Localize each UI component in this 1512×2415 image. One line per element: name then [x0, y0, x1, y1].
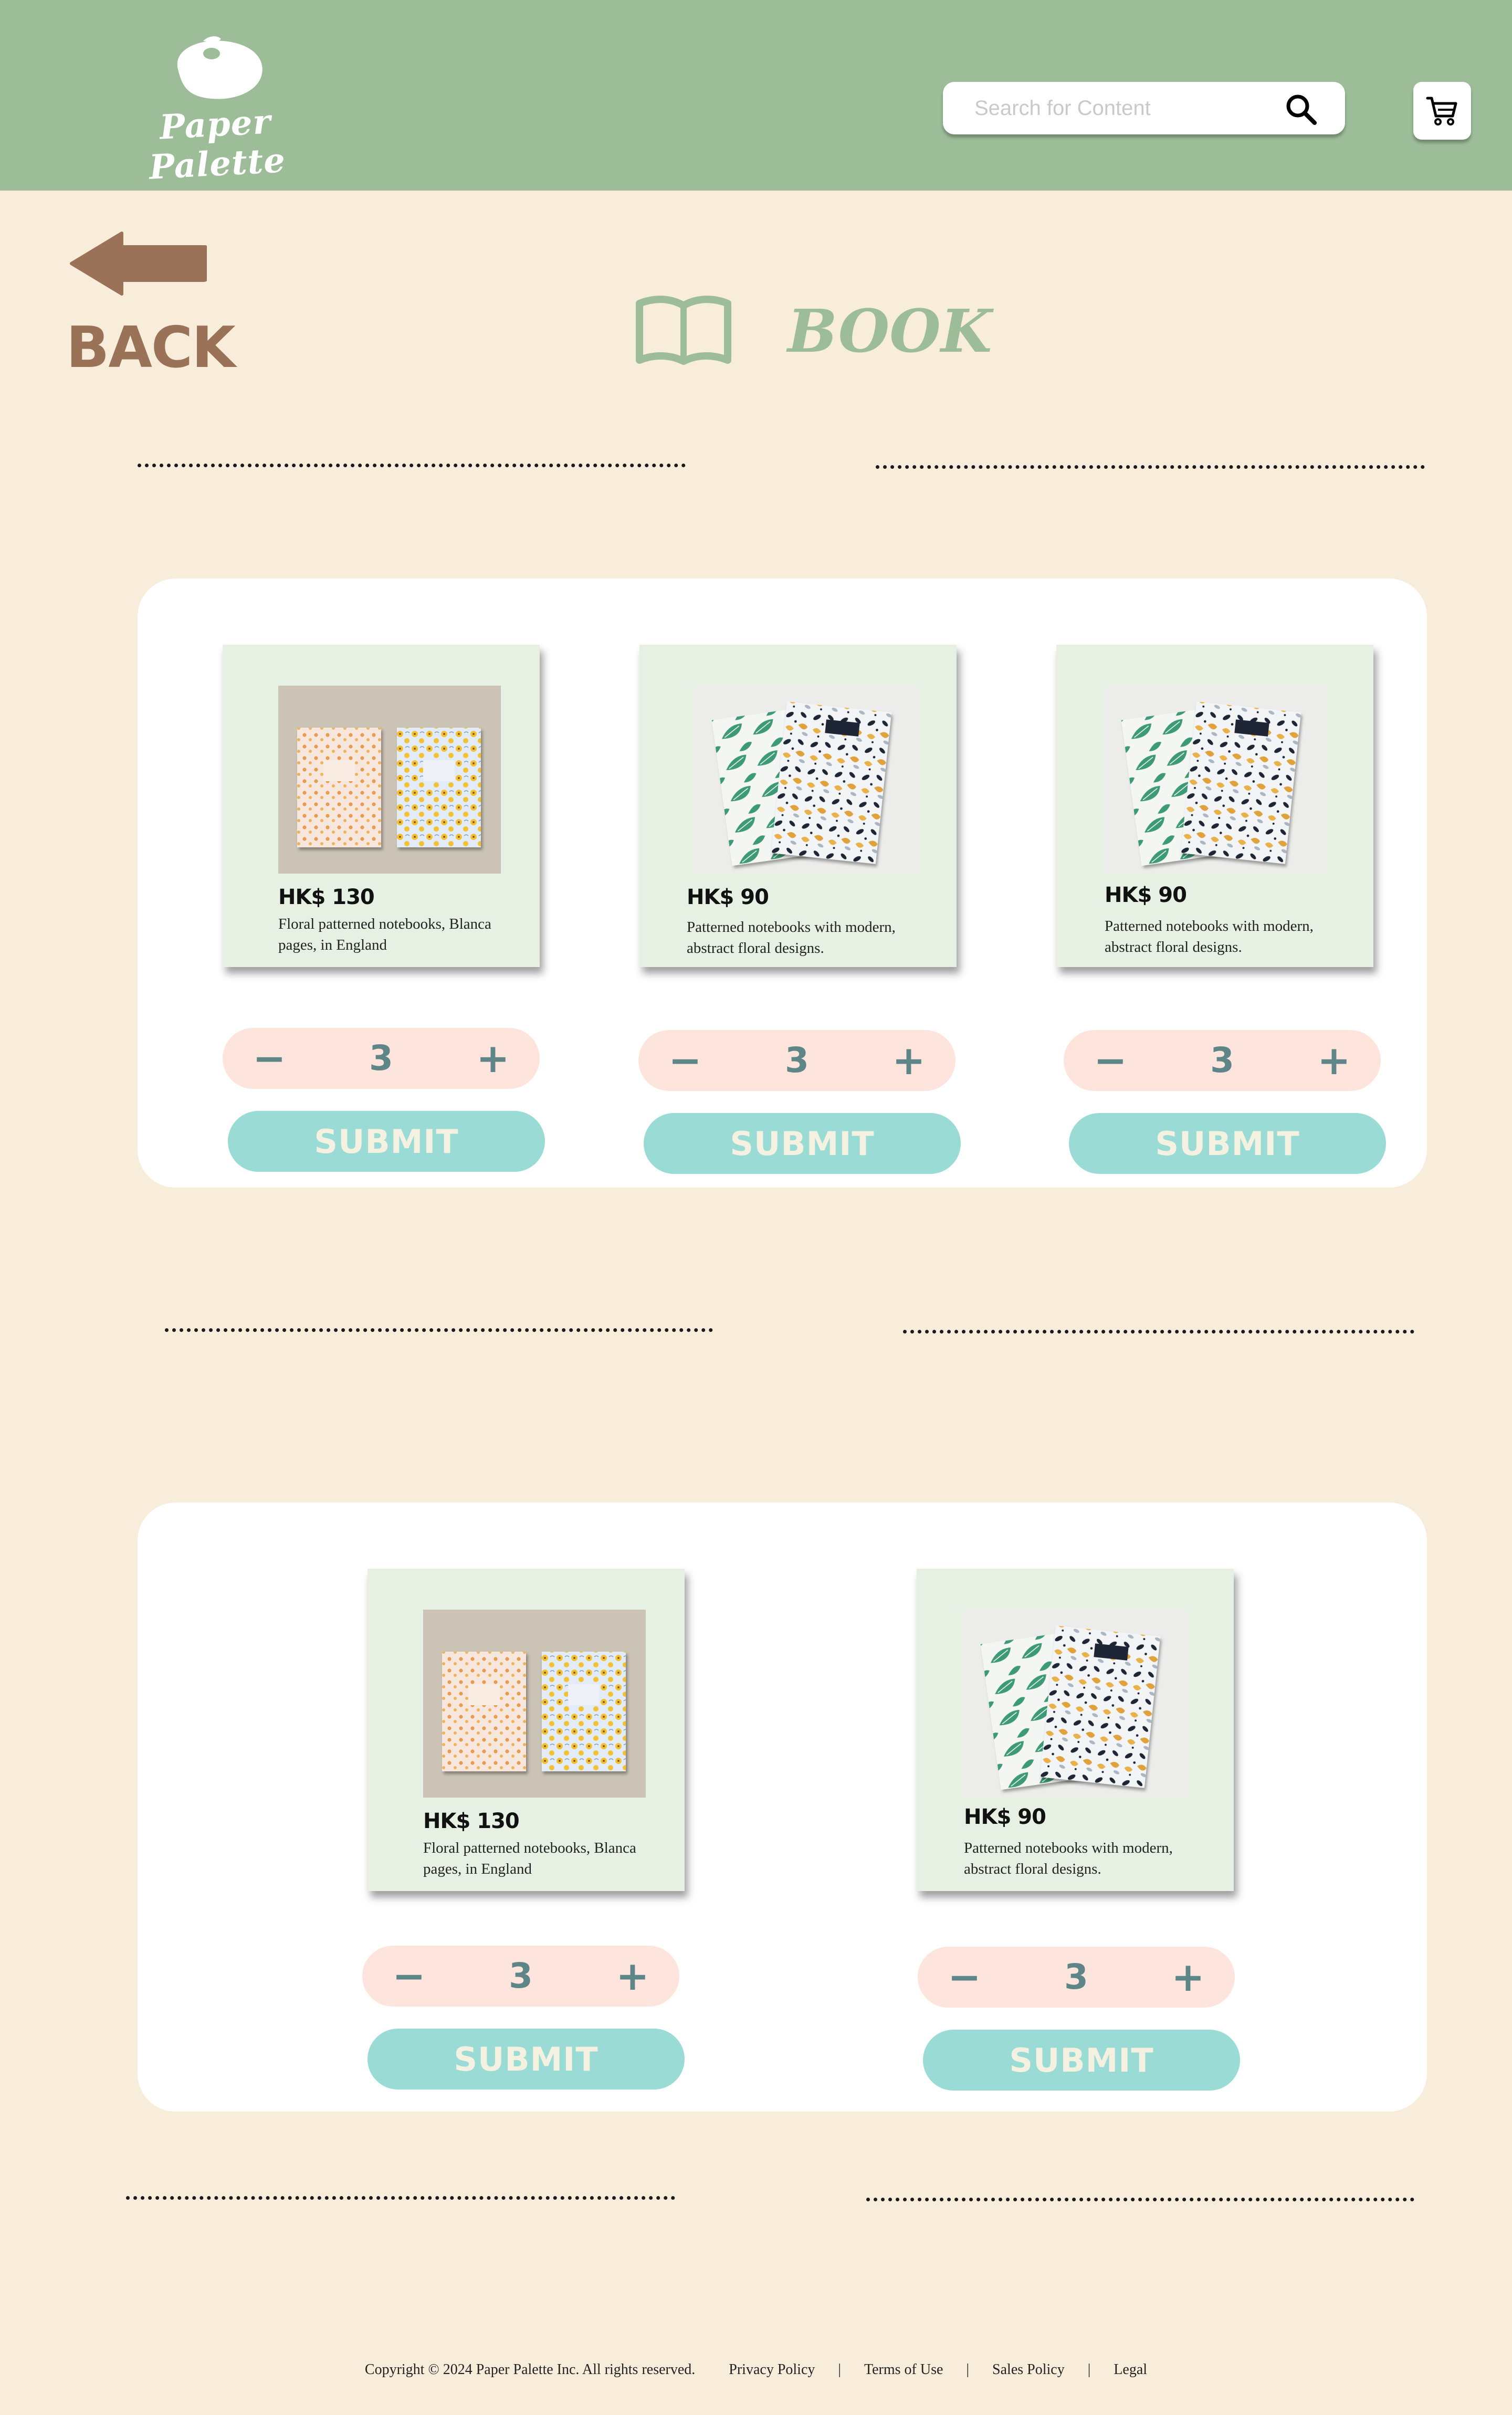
product-description: Patterned notebooks with modern, abstrac…	[964, 1840, 1173, 1877]
abstract-floral-notebooks-image	[964, 1610, 1186, 1798]
divider	[165, 1328, 713, 1332]
quantity-stepper[interactable]: − 3 +	[223, 1028, 540, 1089]
submit-button[interactable]: SUBMIT	[228, 1111, 545, 1172]
logo-text: Paper Palette	[148, 102, 287, 187]
quantity-stepper[interactable]: − 3 +	[918, 1947, 1235, 2008]
product-panel-1: HK$ 130 Floral patterned notebooks, Blan…	[138, 579, 1427, 1188]
quantity-stepper[interactable]: − 3 +	[638, 1030, 956, 1091]
footer-separator: |	[966, 2361, 970, 2378]
quantity-value: 3	[1064, 1957, 1088, 1997]
product-price: HK$ 130	[278, 885, 375, 909]
product-card[interactable]: HK$ 130 Floral patterned notebooks, Blan…	[223, 645, 540, 967]
quantity-stepper[interactable]: − 3 +	[1064, 1030, 1381, 1091]
product-price: HK$ 90	[687, 885, 769, 909]
divider	[138, 464, 686, 467]
submit-button[interactable]: SUBMIT	[368, 2029, 685, 2090]
product-card[interactable]: HK$ 90 Patterned notebooks with modern, …	[639, 645, 957, 967]
header-bar: Paper Palette	[0, 0, 1512, 191]
cart-button[interactable]	[1413, 82, 1471, 140]
product-card[interactable]: HK$ 90 Patterned notebooks with modern, …	[917, 1569, 1234, 1891]
back-button[interactable]: BACK	[66, 231, 236, 381]
open-book-icon	[636, 296, 731, 365]
palette-logo-icon	[177, 36, 262, 99]
increase-button[interactable]: +	[598, 1946, 667, 2007]
product-description: Floral patterned notebooks, Blanca pages…	[278, 916, 491, 953]
logo[interactable]: Paper Palette	[117, 32, 316, 187]
quantity-value: 3	[1210, 1040, 1234, 1080]
decrease-button[interactable]: −	[375, 1946, 443, 2007]
footer-link-sales-policy[interactable]: Sales Policy	[992, 2361, 1065, 2378]
floral-notebooks-image	[423, 1610, 646, 1798]
abstract-floral-notebooks-image	[1105, 686, 1327, 874]
increase-button[interactable]: +	[1154, 1947, 1222, 2008]
product-card[interactable]: HK$ 90 Patterned notebooks with modern, …	[1056, 645, 1373, 967]
product-price: HK$ 130	[423, 1809, 520, 1833]
footer: Copyright © 2024 Paper Palette Inc. All …	[0, 2361, 1512, 2378]
divider	[903, 1330, 1414, 1334]
footer-link-privacy-policy[interactable]: Privacy Policy	[729, 2361, 815, 2378]
submit-button[interactable]: SUBMIT	[923, 2030, 1240, 2091]
abstract-floral-notebooks-image	[695, 686, 918, 874]
cart-icon	[1426, 97, 1457, 125]
product-description: Patterned notebooks with modern, abstrac…	[1105, 918, 1314, 956]
increase-button[interactable]: +	[459, 1028, 527, 1089]
search-icon[interactable]	[1284, 92, 1319, 127]
floral-notebooks-image	[278, 686, 501, 874]
footer-link-legal[interactable]: Legal	[1114, 2361, 1147, 2378]
product-card[interactable]: HK$ 130 Floral patterned notebooks, Blan…	[368, 1569, 685, 1891]
product-description: Patterned notebooks with modern, abstrac…	[687, 919, 896, 957]
search-bar[interactable]	[943, 82, 1345, 134]
footer-separator: |	[838, 2361, 841, 2378]
divider	[876, 465, 1425, 469]
footer-separator: |	[1087, 2361, 1091, 2378]
quantity-value: 3	[369, 1038, 393, 1078]
product-description: Floral patterned notebooks, Blanca pages…	[423, 1840, 636, 1877]
divider	[866, 2198, 1414, 2201]
footer-link-terms-of-use[interactable]: Terms of Use	[864, 2361, 943, 2378]
product-price: HK$ 90	[964, 1805, 1046, 1829]
decrease-button[interactable]: −	[651, 1030, 719, 1091]
quantity-value: 3	[509, 1956, 533, 1996]
submit-button[interactable]: SUBMIT	[644, 1113, 961, 1174]
submit-button[interactable]: SUBMIT	[1069, 1113, 1386, 1174]
quantity-stepper[interactable]: − 3 +	[362, 1946, 679, 2007]
decrease-button[interactable]: −	[930, 1947, 999, 2008]
back-label: BACK	[66, 315, 236, 381]
decrease-button[interactable]: −	[235, 1028, 303, 1089]
increase-button[interactable]: +	[875, 1030, 943, 1091]
product-panel-2: HK$ 130 Floral patterned notebooks, Blan…	[138, 1503, 1427, 2112]
product-price: HK$ 90	[1105, 883, 1187, 907]
back-arrow-icon	[70, 232, 207, 296]
decrease-button[interactable]: −	[1076, 1030, 1144, 1091]
divider	[126, 2196, 675, 2200]
page-title: BOOK	[788, 297, 992, 366]
copyright-text: Copyright © 2024 Paper Palette Inc. All …	[364, 2361, 696, 2378]
search-input[interactable]	[974, 94, 1268, 122]
increase-button[interactable]: +	[1300, 1030, 1368, 1091]
quantity-value: 3	[785, 1040, 809, 1080]
